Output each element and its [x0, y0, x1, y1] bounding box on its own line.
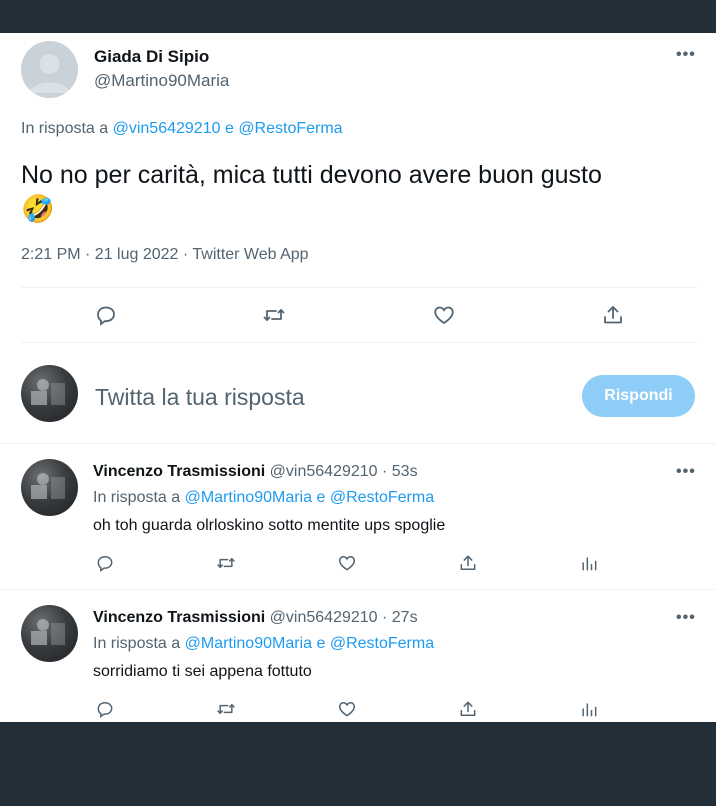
share-icon[interactable]	[458, 553, 478, 578]
reply-header: Vincenzo Trasmissioni @vin56429210 · 27s	[93, 609, 418, 627]
author-avatar[interactable]	[21, 41, 78, 98]
default-avatar-icon	[29, 54, 70, 93]
like-icon[interactable]	[337, 699, 357, 722]
tweet-timestamp[interactable]: 2:21 PM · 21 lug 2022 · Twitter Web App	[21, 246, 309, 264]
reply-meta[interactable]: @vin56429210 · 27s	[270, 609, 418, 626]
reply-avatar[interactable]	[21, 605, 78, 662]
reply-to-user-link[interactable]: @Martino90Maria	[185, 489, 312, 506]
reply-icon[interactable]	[94, 303, 118, 332]
reply-icon[interactable]	[95, 699, 115, 722]
reply-to-user-link[interactable]: @Martino90Maria	[185, 635, 312, 652]
reply-header: Vincenzo Trasmissioni @vin56429210 · 53s	[93, 463, 418, 481]
reply-text: oh toh guarda olrloskino sotto mentite u…	[93, 517, 446, 534]
analytics-icon[interactable]	[579, 553, 599, 578]
tweet-text: No no per carità, mica tutti devono aver…	[21, 158, 691, 227]
retweet-icon[interactable]	[262, 303, 286, 332]
reply-text: sorridiamo ti sei appena fottuto	[93, 663, 312, 680]
reply-to-user-link[interactable]: @RestoFerma	[330, 489, 434, 506]
reply-author-name[interactable]: Vincenzo Trasmissioni	[93, 609, 265, 626]
reply-to-user-link[interactable]: @RestoFerma	[330, 635, 434, 652]
like-icon[interactable]	[432, 303, 456, 332]
reply-to-line: In risposta a @Martino90Maria e @RestoFe…	[93, 635, 434, 653]
reply-icon[interactable]	[95, 553, 115, 578]
reply-to-prefix: In risposta a	[93, 489, 181, 506]
more-options-icon[interactable]: •••	[676, 609, 696, 627]
current-user-avatar[interactable]	[21, 365, 78, 422]
author-name[interactable]: Giada Di Sipio	[94, 47, 209, 67]
tweet-body: No no per carità, mica tutti devono aver…	[21, 161, 602, 189]
divider	[0, 589, 716, 590]
retweet-icon[interactable]	[216, 553, 236, 578]
share-icon[interactable]	[601, 303, 625, 332]
analytics-icon[interactable]	[579, 699, 599, 722]
photo-avatar-icon	[31, 473, 65, 499]
emoji-rofl: 🤣	[21, 194, 55, 224]
reply-to-user-link[interactable]: @RestoFerma	[238, 120, 342, 137]
more-options-icon[interactable]: •••	[676, 46, 696, 64]
divider	[21, 342, 697, 343]
tweet-panel: Giada Di Sipio @Martino90Maria ••• In ri…	[0, 33, 716, 722]
reply-to-line: In risposta a @Martino90Maria e @RestoFe…	[93, 489, 434, 507]
author-handle[interactable]: @Martino90Maria	[94, 71, 229, 91]
reply-to-prefix: In risposta a	[93, 635, 181, 652]
reply-author-name[interactable]: Vincenzo Trasmissioni	[93, 463, 265, 480]
reply-button[interactable]: Rispondi	[582, 375, 695, 417]
retweet-icon[interactable]	[216, 699, 236, 722]
divider	[21, 287, 697, 288]
divider	[0, 443, 716, 444]
like-icon[interactable]	[337, 553, 357, 578]
share-icon[interactable]	[458, 699, 478, 722]
reply-avatar[interactable]	[21, 459, 78, 516]
reply-to-separator: e	[316, 489, 326, 506]
photo-avatar-icon	[31, 379, 65, 405]
more-options-icon[interactable]: •••	[676, 463, 696, 481]
reply-meta[interactable]: @vin56429210 · 53s	[270, 463, 418, 480]
reply-to-line: In risposta a @vin56429210 e @RestoFerma	[21, 120, 343, 138]
photo-avatar-icon	[31, 619, 65, 645]
compose-input[interactable]: Twitta la tua risposta	[95, 384, 305, 411]
reply-to-separator: e	[316, 635, 326, 652]
reply-to-separator: e	[224, 120, 234, 137]
reply-to-prefix: In risposta a	[21, 120, 109, 137]
reply-to-user-link[interactable]: @vin56429210	[113, 120, 221, 137]
